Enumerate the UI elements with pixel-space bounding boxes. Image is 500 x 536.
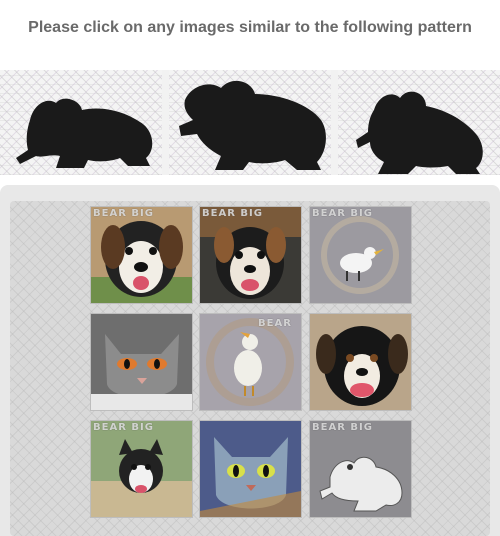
cat-image-icon (200, 421, 301, 517)
dog-image-icon (310, 314, 411, 410)
grid-tile-8[interactable] (199, 420, 302, 518)
dog-image-icon (200, 207, 301, 303)
reference-frog-image-2 (169, 70, 331, 175)
grid-tile-4[interactable] (90, 313, 193, 411)
dog-image-icon (91, 207, 192, 303)
reference-pattern-strip (0, 70, 500, 175)
grid-tile-7[interactable]: BEAR BIG (90, 420, 193, 518)
captcha-grid: BEAR BIG BEAR BIG BEAR BIG BEAR BEAR BIG… (10, 201, 490, 536)
reference-frog-image-3 (338, 70, 500, 175)
captcha-instruction: Please click on any images similar to th… (28, 19, 472, 36)
captcha-grid-panel: BEAR BIG BEAR BIG BEAR BIG BEAR BEAR BIG… (0, 185, 500, 536)
frog-silhouette-icon (356, 91, 483, 174)
grid-tile-5[interactable]: BEAR (199, 313, 302, 411)
bird-image-icon (310, 207, 411, 303)
frog-silhouette-icon (179, 80, 326, 170)
grid-tile-2[interactable]: BEAR BIG (199, 206, 302, 304)
grid-tile-6[interactable] (309, 313, 412, 411)
frog-silhouette-icon (16, 98, 153, 168)
grid-tile-3[interactable]: BEAR BIG (309, 206, 412, 304)
reference-frog-image-1 (0, 70, 162, 175)
grid-tile-9[interactable]: BEAR BIG (309, 420, 412, 518)
cat-image-icon (91, 314, 192, 410)
grid-tile-1[interactable]: BEAR BIG (90, 206, 193, 304)
dog-image-icon (91, 421, 192, 517)
bird-image-icon (200, 314, 301, 410)
frog-image-icon (310, 421, 411, 517)
